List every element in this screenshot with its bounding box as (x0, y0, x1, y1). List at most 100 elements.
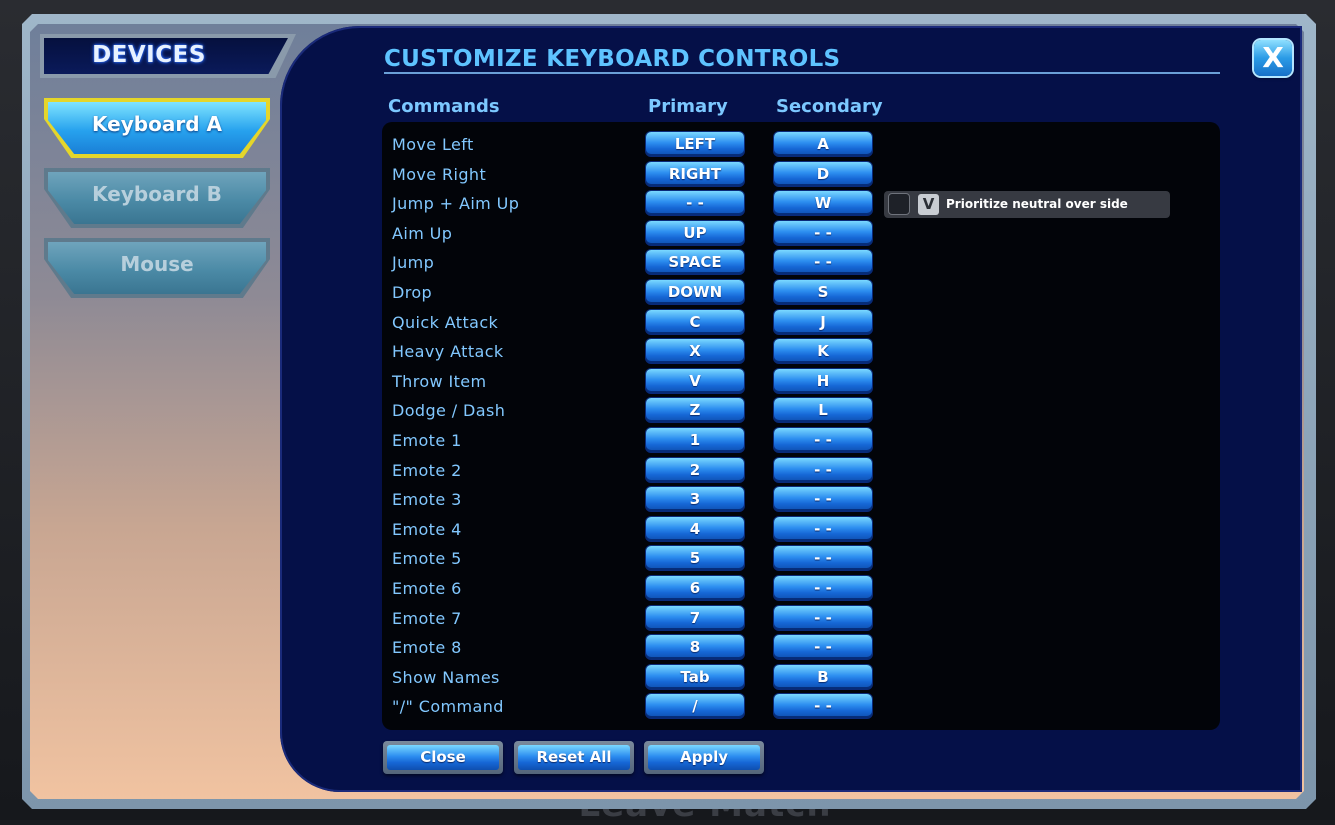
command-label: Emote 8 (392, 638, 462, 657)
device-button-label: Keyboard B (92, 182, 222, 206)
secondary-key-button[interactable]: - - (774, 487, 872, 511)
primary-key-button[interactable]: 1 (646, 428, 744, 452)
binding-row: Jump SPACE - - (382, 250, 882, 276)
secondary-key-button[interactable]: - - (774, 606, 872, 630)
page-title: CUSTOMIZE KEYBOARD CONTROLS (384, 46, 841, 72)
primary-key-button[interactable]: 8 (646, 635, 744, 659)
secondary-key-button[interactable]: - - (774, 694, 872, 718)
command-label: Move Left (392, 135, 474, 154)
binding-row: Aim Up UP - - (382, 221, 882, 247)
binding-row: Emote 4 4 - - (382, 517, 882, 543)
command-label: Throw Item (392, 372, 487, 391)
primary-key-button[interactable]: 5 (646, 546, 744, 570)
primary-key-button[interactable]: 6 (646, 576, 744, 600)
secondary-key-button[interactable]: B (774, 665, 872, 689)
command-label: Heavy Attack (392, 342, 504, 361)
binding-row: Emote 8 8 - - (382, 635, 882, 661)
binding-row: Move Left LEFT A (382, 132, 882, 158)
command-label: Move Right (392, 165, 487, 184)
prioritize-neutral-label: Prioritize neutral over side (946, 197, 1128, 211)
primary-key-button[interactable]: UP (646, 221, 744, 245)
primary-key-button[interactable]: / (646, 694, 744, 718)
command-label: Aim Up (392, 224, 453, 243)
binding-row: Throw Item V H (382, 369, 882, 395)
close-button-label: Close (387, 745, 499, 770)
primary-key-button[interactable]: 4 (646, 517, 744, 541)
binding-row: Show Names Tab B (382, 665, 882, 691)
reset-all-button[interactable]: Reset All (514, 741, 634, 774)
command-label: Quick Attack (392, 313, 499, 332)
binding-row: Heavy Attack X K (382, 339, 882, 365)
binding-row: Move Right RIGHT D (382, 162, 882, 188)
column-header-commands: Commands (388, 96, 500, 117)
primary-key-button[interactable]: LEFT (646, 132, 744, 156)
secondary-key-button[interactable]: - - (774, 250, 872, 274)
command-label: Emote 4 (392, 520, 462, 539)
close-button[interactable]: Close (383, 741, 503, 774)
device-button-keyboard-a[interactable]: Keyboard A (44, 98, 270, 158)
command-label: Emote 3 (392, 490, 462, 509)
binding-row: Emote 1 1 - - (382, 428, 882, 454)
secondary-key-button[interactable]: S (774, 280, 872, 304)
primary-key-button[interactable]: - - (646, 191, 744, 215)
primary-key-button[interactable]: 7 (646, 606, 744, 630)
primary-key-button[interactable]: 3 (646, 487, 744, 511)
binding-row: Emote 6 6 - - (382, 576, 882, 602)
primary-key-button[interactable]: 2 (646, 458, 744, 482)
command-label: Drop (392, 283, 433, 302)
secondary-key-button[interactable]: K (774, 339, 872, 363)
column-header-primary: Primary (648, 96, 728, 117)
secondary-key-button[interactable]: L (774, 398, 872, 422)
secondary-key-button[interactable]: - - (774, 576, 872, 600)
command-label: Emote 1 (392, 431, 462, 450)
primary-key-button[interactable]: DOWN (646, 280, 744, 304)
device-button-keyboard-b[interactable]: Keyboard B (44, 168, 270, 228)
device-button-label: Mouse (120, 252, 194, 276)
device-button-mouse[interactable]: Mouse (44, 238, 270, 298)
primary-key-button[interactable]: C (646, 310, 744, 334)
command-label: Jump + Aim Up (392, 194, 520, 213)
binding-row: Emote 5 5 - - (382, 546, 882, 572)
binding-row: Emote 3 3 - - (382, 487, 882, 513)
command-label: Emote 6 (392, 579, 462, 598)
apply-button[interactable]: Apply (644, 741, 764, 774)
primary-key-button[interactable]: Z (646, 398, 744, 422)
close-icon[interactable]: X (1254, 40, 1292, 76)
command-label: Emote 2 (392, 461, 462, 480)
secondary-key-button[interactable]: D (774, 162, 872, 186)
command-label: Dodge / Dash (392, 401, 506, 420)
binding-row: Dodge / Dash Z L (382, 398, 882, 424)
secondary-key-button[interactable]: H (774, 369, 872, 393)
primary-key-button[interactable]: RIGHT (646, 162, 744, 186)
binding-row: Quick Attack C J (382, 310, 882, 336)
command-label: Emote 5 (392, 549, 462, 568)
secondary-key-button[interactable]: W (774, 191, 872, 215)
secondary-key-button[interactable]: A (774, 132, 872, 156)
secondary-key-button[interactable]: - - (774, 221, 872, 245)
command-label: Emote 7 (392, 609, 462, 628)
reset-all-button-label: Reset All (518, 745, 630, 770)
apply-button-label: Apply (648, 745, 760, 770)
command-label: Jump (392, 253, 435, 272)
prioritize-neutral-checkbox[interactable] (888, 193, 910, 215)
command-label: Show Names (392, 668, 500, 687)
primary-key-button[interactable]: SPACE (646, 250, 744, 274)
devices-title: DEVICES (92, 42, 206, 68)
secondary-key-button[interactable]: - - (774, 517, 872, 541)
secondary-key-button[interactable]: - - (774, 546, 872, 570)
device-button-label: Keyboard A (92, 112, 222, 136)
primary-key-button[interactable]: V (646, 369, 744, 393)
primary-key-button[interactable]: X (646, 339, 744, 363)
binding-row: Drop DOWN S (382, 280, 882, 306)
binding-row: Emote 7 7 - - (382, 606, 882, 632)
binding-row: Emote 2 2 - - (382, 458, 882, 484)
binding-row: Jump + Aim Up - - W (382, 191, 882, 217)
secondary-key-button[interactable]: - - (774, 635, 872, 659)
key-hint-v-icon: V (918, 194, 939, 215)
secondary-key-button[interactable]: - - (774, 458, 872, 482)
primary-key-button[interactable]: Tab (646, 665, 744, 689)
command-label: "/" Command (392, 697, 504, 716)
secondary-key-button[interactable]: - - (774, 428, 872, 452)
title-divider (384, 72, 1220, 74)
secondary-key-button[interactable]: J (774, 310, 872, 334)
